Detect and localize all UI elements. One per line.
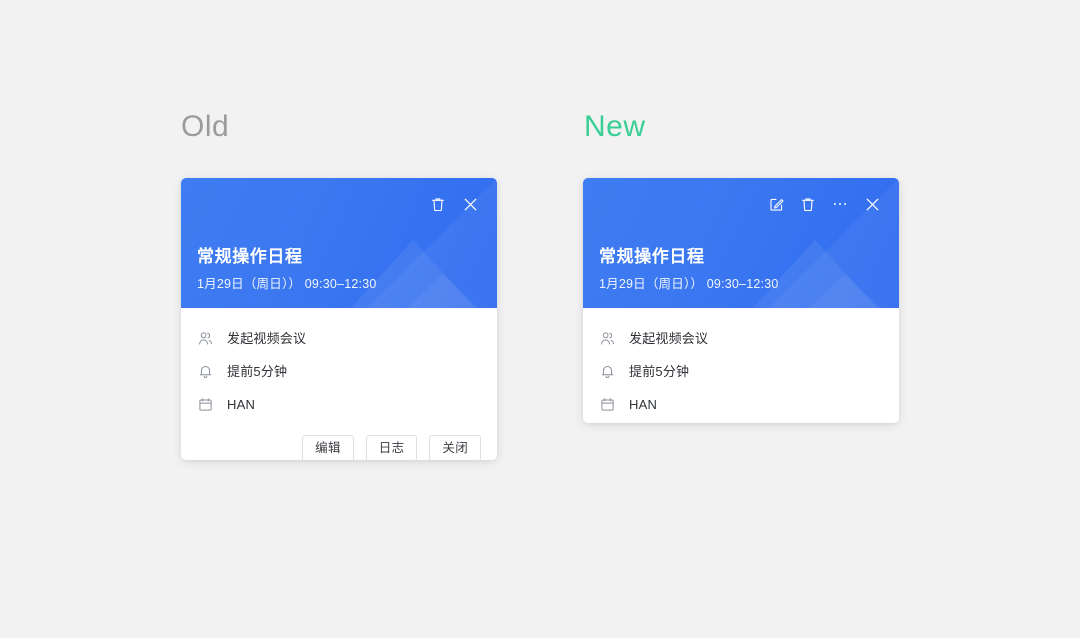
header-actions-old <box>425 191 483 217</box>
edit-icon[interactable] <box>763 191 789 217</box>
schedule-card-new: 常规操作日程 1月29日（周日）） 09:30–12:30 发起视频会议 提前5… <box>583 178 899 423</box>
trash-icon[interactable] <box>795 191 821 217</box>
card-body-new: 发起视频会议 提前5分钟 HAN <box>583 308 899 423</box>
close-button[interactable]: 关闭 <box>429 435 481 460</box>
card-date: 1月29日（周日）） 09:30–12:30 <box>197 277 377 291</box>
calendar-icon <box>197 397 213 413</box>
list-item-label: 提前5分钟 <box>629 364 690 379</box>
list-item-label: 提前5分钟 <box>227 364 288 379</box>
comparison-stage: Old 常规操作日程 1月29日（周日）） 09:30–12:30 发起视频会议… <box>0 0 1080 638</box>
card-date: 1月29日（周日）） 09:30–12:30 <box>599 277 779 291</box>
list-item[interactable]: HAN <box>197 388 481 421</box>
list-item-label: 发起视频会议 <box>227 331 307 346</box>
card-footer-old: 编辑 日志 关闭 <box>181 421 497 460</box>
list-item[interactable]: 提前5分钟 <box>599 355 883 388</box>
close-icon[interactable] <box>457 191 483 217</box>
card-header-old: 常规操作日程 1月29日（周日）） 09:30–12:30 <box>181 178 497 308</box>
calendar-icon <box>599 397 615 413</box>
card-body-old: 发起视频会议 提前5分钟 HAN <box>181 308 497 421</box>
list-item[interactable]: 提前5分钟 <box>197 355 481 388</box>
list-item[interactable]: HAN <box>599 388 883 421</box>
header-text-old: 常规操作日程 1月29日（周日）） 09:30–12:30 <box>197 246 377 292</box>
card-title: 常规操作日程 <box>197 246 303 266</box>
bell-icon <box>197 364 213 380</box>
list-item[interactable]: 发起视频会议 <box>599 322 883 355</box>
bell-icon <box>599 364 615 380</box>
edit-button[interactable]: 编辑 <box>302 435 354 460</box>
list-item-label: HAN <box>227 397 256 412</box>
section-label-new: New <box>584 110 646 143</box>
more-icon[interactable] <box>827 191 853 217</box>
list-item-label: 发起视频会议 <box>629 331 709 346</box>
list-item[interactable]: 发起视频会议 <box>197 322 481 355</box>
log-button[interactable]: 日志 <box>365 435 418 460</box>
header-actions-new <box>763 191 885 217</box>
card-title: 常规操作日程 <box>599 246 705 266</box>
close-icon[interactable] <box>859 191 885 217</box>
trash-icon[interactable] <box>425 191 451 217</box>
schedule-card-old: 常规操作日程 1月29日（周日）） 09:30–12:30 发起视频会议 提前5… <box>181 178 497 460</box>
list-item-label: HAN <box>629 397 658 412</box>
header-text-new: 常规操作日程 1月29日（周日）） 09:30–12:30 <box>599 246 779 292</box>
card-header-new: 常规操作日程 1月29日（周日）） 09:30–12:30 <box>583 178 899 308</box>
ellipsis-dots <box>833 202 847 206</box>
people-icon <box>197 331 213 347</box>
people-icon <box>599 331 615 347</box>
section-label-old: Old <box>181 110 230 143</box>
